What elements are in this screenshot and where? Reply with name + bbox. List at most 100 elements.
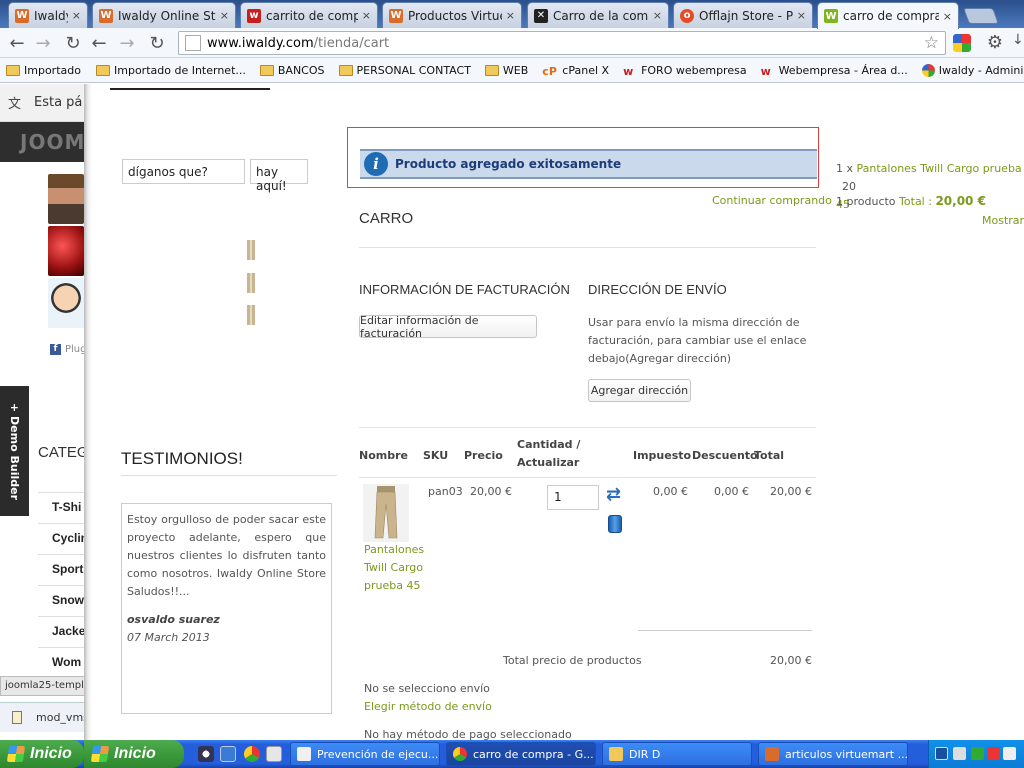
mini-cart-summary: 1 producto Total : 20,00 € [836,194,986,208]
product-thumbnail[interactable] [244,305,258,325]
reload-icon[interactable]: ↻ [62,32,84,54]
start-button[interactable]: Inicio [84,740,184,768]
tab-close-icon[interactable]: × [797,9,806,22]
bookmark-item[interactable]: Importado de Internet... [96,64,246,77]
category-item[interactable]: Jacke [38,616,88,644]
tab-title: Productos Virtuemart [408,8,502,23]
quick-launch-icon[interactable] [220,746,236,762]
new-tab-button[interactable] [963,8,999,24]
folder-icon [259,64,274,76]
facebook-plugin[interactable]: f Plug [50,344,87,355]
system-message-box: i Producto agregado exitosamente [347,127,819,188]
update-quantity-icon[interactable]: ⇄ [606,486,624,504]
menu-icon[interactable]: ↓ [1012,32,1024,54]
tab-close-icon[interactable]: × [362,9,371,22]
category-item[interactable]: T-Shi [38,492,88,520]
address-bar[interactable]: www.iwaldy.com/tienda/cart ☆ [178,31,946,55]
security-icon[interactable] [971,747,984,760]
category-item[interactable]: Snow [38,585,88,613]
network-icon[interactable] [935,747,948,760]
back-arrow-icon[interactable]: ← [88,32,110,54]
product-name-link[interactable]: Pantalones Twill Cargo prueba 45 [364,541,424,595]
chrome-icon[interactable] [244,746,260,762]
tab-close-icon[interactable]: × [220,9,229,22]
tab-close-icon[interactable]: × [653,9,662,22]
bookmark-item[interactable]: w FORO webempresa [623,64,747,78]
tab-close-icon[interactable]: × [943,10,952,23]
delete-item-icon[interactable] [608,515,622,533]
tray-icon[interactable] [1003,747,1016,760]
show-cart-link[interactable]: Mostrar C [982,214,1024,227]
bookmark-item[interactable]: PERSONAL CONTACT [338,63,471,77]
browser-tab-3[interactable]: w carrito de compra × [240,2,378,28]
taskbar-item-label: carro de compra - G... [473,747,594,761]
category-item[interactable]: Sport [38,554,88,582]
download-item[interactable]: mod_vms [0,702,90,732]
testimonial-text: Estoy orgulloso de poder sacar este proy… [127,513,326,598]
avatar[interactable] [48,174,84,224]
header-divider [359,477,816,478]
bookmark-item[interactable]: Iwaldy - Administración [921,63,1024,77]
avatar[interactable] [48,226,84,276]
taskbar-item[interactable]: Prevención de ejecu... [290,742,440,766]
tab-close-icon[interactable]: × [72,9,81,22]
wrench-icon[interactable]: ⚙ [984,32,1006,54]
file-icon [12,711,22,724]
taskbar-item[interactable]: articulos virtuemart ... [758,742,908,766]
browser-tab-5[interactable]: ✕ Carro de la compra × [527,2,669,28]
tab-title: Iwaldy Online Store [118,8,216,23]
add-address-button[interactable]: Agregar dirección [588,379,691,402]
cart-table-border [359,427,816,428]
bookmark-item[interactable]: cP cPanel X [542,63,610,78]
shipping-title: DIRECCIÓN DE ENVÍO [588,282,727,297]
tray-icon[interactable] [953,747,966,760]
cpanel-icon: cP [542,64,557,78]
avatar[interactable] [48,278,84,328]
demo-builder-tab[interactable]: + Demo Builder [0,386,29,516]
testimonial-box: Estoy orgulloso de poder sacar este proy… [121,503,332,714]
reload-icon[interactable]: ↻ [146,32,168,54]
browser-tab-1[interactable]: W Iwaldy × [8,2,88,28]
site-logo[interactable] [110,84,270,90]
product-image[interactable] [363,484,409,542]
products-total-label: Total precio de productos [503,654,642,667]
start-button[interactable]: Inicio [0,740,84,768]
bookmark-item[interactable]: WEB [484,64,528,77]
bookmark-item[interactable]: BANCOS [259,64,325,77]
tab-close-icon[interactable]: × [506,9,515,22]
taskbar-item[interactable]: carro de compra - G... [446,742,596,766]
extension-icon[interactable] [953,34,971,52]
bookmark-item[interactable]: Importado d [6,64,82,77]
product-thumbnail[interactable] [244,273,258,293]
bookmark-star-icon[interactable]: ☆ [924,33,939,53]
quick-launch-icon[interactable] [266,746,282,762]
edit-billing-button[interactable]: Editar información de facturación [359,314,537,340]
product-total: 20,00 € [770,485,812,498]
product-thumbnail[interactable] [244,240,258,260]
message-button[interactable]: hay aquí! [250,159,308,193]
quantity-input[interactable]: 1 [547,485,599,510]
forward-arrow-icon[interactable]: → [32,32,54,54]
bookmark-label: PERSONAL CONTACT [356,63,471,77]
bookmark-item[interactable]: w Webempresa - Área d... [761,64,908,78]
browser-tab-4[interactable]: W Productos Virtuemart × [382,2,522,28]
folder-icon [96,64,110,76]
continue-shopping-link[interactable]: Continuar comprando [712,194,832,207]
back-arrow-icon[interactable]: ← [6,32,28,54]
product-price: 20,00 € [470,485,512,498]
choose-shipping-link[interactable]: Elegir método de envío [364,700,492,713]
browser-tab-7-active[interactable]: W carro de compra × [817,2,959,29]
tray-icon[interactable] [987,747,1000,760]
category-item[interactable]: Wom [38,647,88,675]
quick-launch-icon[interactable] [198,746,214,762]
browser-tab-6[interactable]: o Offlajn Store - Pro × [673,2,813,28]
page-icon [185,35,201,51]
taskbar-item[interactable]: DIR D [602,742,752,766]
translate-icon[interactable]: 文 [8,93,28,113]
browser-tab-2[interactable]: W Iwaldy Online Store × [92,2,236,28]
mini-cart-product-link[interactable]: Pantalones Twill Cargo prueba [857,162,1022,175]
forward-arrow-icon[interactable]: → [116,32,138,54]
category-item[interactable]: Cyclin [38,523,88,551]
message-input[interactable]: díganos que? [122,159,245,184]
bookmark-label: cPanel X [562,63,610,77]
